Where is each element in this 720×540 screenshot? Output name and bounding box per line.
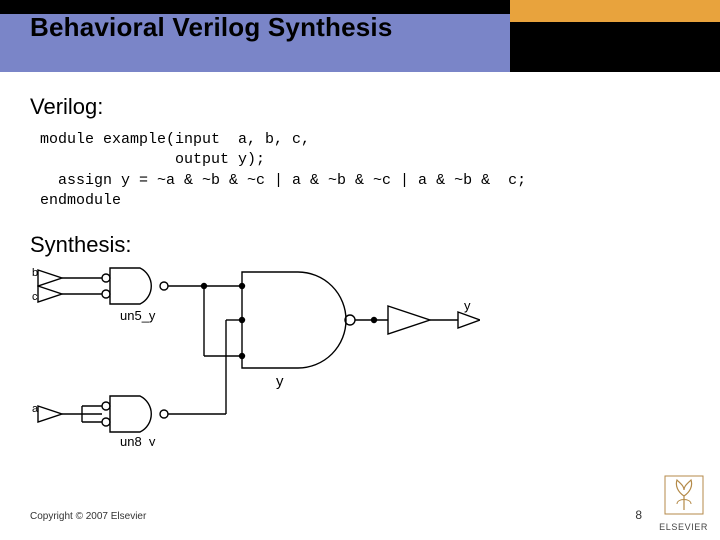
section-heading-verilog: Verilog: (30, 94, 103, 120)
code-line: output y); (40, 151, 265, 168)
gate-label-un5: un5_y (120, 308, 156, 323)
section-heading-synthesis: Synthesis: (30, 232, 132, 258)
code-line: assign y = ~a & ~b & ~c | a & ~b & ~c | … (40, 172, 526, 189)
synthesis-diagram: b c un5_y y (28, 266, 480, 446)
port-label-b: b (32, 267, 38, 279)
header-accent-orange (510, 0, 720, 22)
page-number: 8 (635, 508, 642, 522)
publisher-name: ELSEVIER (659, 522, 708, 532)
slide-header: Behavioral Verilog Synthesis (0, 0, 720, 72)
copyright-text: Copyright © 2007 Elsevier (30, 511, 146, 522)
code-block: module example(input a, b, c, output y);… (40, 130, 526, 211)
elsevier-tree-icon (663, 474, 705, 516)
net-label-y: y (276, 373, 284, 390)
gate-label-un8: un8_y (120, 434, 156, 446)
port-label-y: y (464, 298, 471, 313)
slide-title: Behavioral Verilog Synthesis (30, 12, 393, 43)
code-line: module example(input a, b, c, (40, 131, 310, 148)
port-label-a: a (32, 403, 39, 415)
publisher-logo: ELSEVIER (659, 474, 708, 532)
port-label-c: c (32, 291, 38, 303)
code-line: endmodule (40, 192, 121, 209)
